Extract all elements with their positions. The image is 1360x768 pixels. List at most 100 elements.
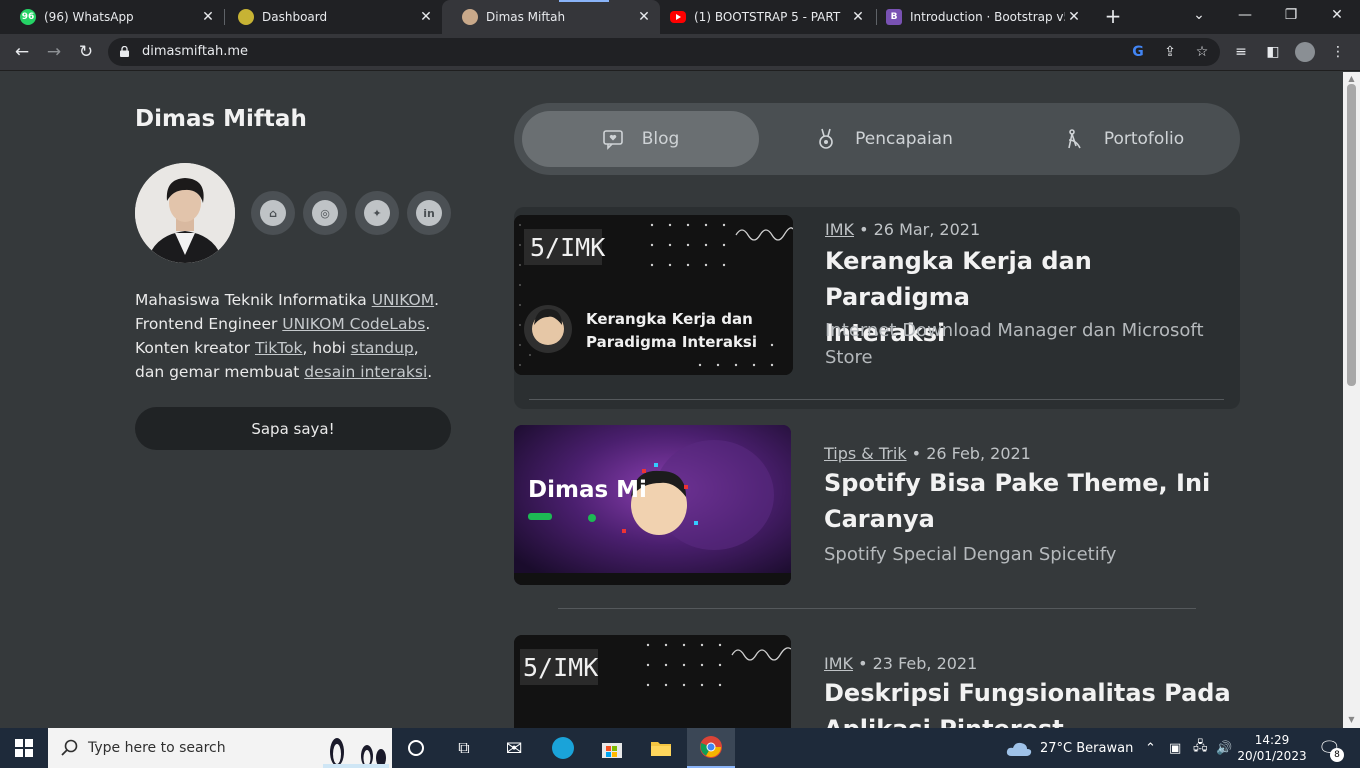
tab-dimas-miftah[interactable]: Dimas Miftah ✕	[442, 0, 660, 34]
post-category-link[interactable]: IMK	[825, 220, 854, 239]
windows-logo-icon	[15, 739, 33, 757]
post-title-line: Caranya	[824, 505, 935, 533]
tiktok-link[interactable]: TikTok	[255, 339, 303, 357]
bookmark-star-icon[interactable]: ☆	[1192, 42, 1212, 62]
tab-whatsapp[interactable]: 96 (96) WhatsApp ✕	[0, 0, 224, 34]
back-button[interactable]: ←	[10, 40, 34, 64]
post-title-line: Aplikasi Pinterest	[824, 715, 1064, 728]
post-category-link[interactable]: IMK	[824, 654, 853, 673]
tab-portofolio-label: Portofolio	[1103, 129, 1185, 149]
close-window-button[interactable]: ✕	[1314, 0, 1360, 30]
task-view-button[interactable]: ⧉	[440, 728, 488, 768]
bio-text: ,	[413, 339, 419, 357]
codelabs-link[interactable]: UNIKOM CodeLabs	[282, 315, 425, 333]
scroll-up-icon[interactable]: ▲	[1347, 75, 1356, 83]
post-title[interactable]: Spotify Bisa Pake Theme, Ini Caranya	[824, 465, 1234, 537]
share-icon[interactable]: ⇪	[1160, 42, 1180, 62]
close-tab-icon[interactable]: ✕	[850, 9, 866, 25]
volume-button[interactable]: 🔊	[1216, 728, 1232, 768]
tab-pencapaian[interactable]: Pencapaian	[774, 111, 994, 167]
tab-dashboard[interactable]: Dashboard ✕	[218, 0, 442, 34]
weather-widget[interactable]: 27°C Berawan	[1006, 728, 1133, 768]
google-lens-icon[interactable]: G	[1128, 42, 1148, 62]
post-title[interactable]: Deskripsi Fungsionalitas Pada Aplikasi Pi…	[824, 675, 1234, 728]
bio-text: Mahasiswa Teknik Informatika	[135, 291, 372, 309]
tab-blog[interactable]: Blog	[522, 111, 759, 167]
url-text: dimasmiftah.me	[142, 44, 248, 59]
youtube-icon	[670, 11, 686, 23]
reload-button[interactable]: ↻	[74, 40, 98, 64]
cloud-icon	[1006, 742, 1032, 756]
tray-icon-device[interactable]: ▣	[1169, 728, 1181, 768]
desain-interaksi-link[interactable]: desain interaksi	[304, 363, 427, 381]
reading-list-icon[interactable]: ≡	[1231, 42, 1251, 62]
mail-icon: ✉	[505, 736, 523, 760]
post-divider	[529, 399, 1224, 400]
contact-button[interactable]: Sapa saya!	[135, 407, 451, 450]
dashboard-favicon-icon	[238, 9, 254, 25]
post-title-line: Deskripsi Fungsionalitas Pada	[824, 679, 1231, 707]
windows-taskbar: Type here to search ⧉ ✉ 27°C Berawan ⌃ ▣…	[0, 728, 1360, 768]
taskbar-search-box[interactable]: Type here to search	[48, 728, 392, 768]
webpage: Dimas Miftah ⌂ ◎ ✦ in Mahasiswa Teknik I…	[0, 72, 1343, 728]
tab-title: (96) WhatsApp	[44, 10, 134, 24]
whatsapp-icon: 96	[20, 9, 36, 25]
post-divider	[558, 608, 1196, 609]
close-tab-icon[interactable]: ✕	[418, 9, 434, 25]
github-icon: ⌂	[260, 200, 286, 226]
thumbnail-badge: 5/IMK	[523, 653, 599, 682]
post-card[interactable]: 5/IMK Kerangka Kerja dan Paradigma Intera…	[514, 207, 1240, 409]
clock[interactable]: 14:29 20/01/2023	[1237, 728, 1306, 768]
chevron-up-icon: ⌃	[1145, 740, 1156, 756]
thumbnail-art	[514, 425, 791, 585]
twitter-link[interactable]: ✦	[355, 191, 399, 235]
post-meta: IMK • 23 Feb, 2021	[824, 654, 977, 673]
forward-button[interactable]: →	[42, 40, 66, 64]
post-category-link[interactable]: Tips & Trik	[824, 444, 907, 463]
tab-portofolio[interactable]: Portofolio	[1014, 111, 1234, 167]
bio-text: .	[427, 363, 433, 381]
unikom-link[interactable]: UNIKOM	[372, 291, 434, 309]
restore-button[interactable]: ❐	[1268, 0, 1314, 30]
edge-app[interactable]	[539, 728, 587, 768]
minimize-button[interactable]: —	[1222, 0, 1268, 30]
side-panel-icon[interactable]: ◧	[1263, 42, 1283, 62]
loading-indicator	[559, 0, 609, 2]
bio-text: Konten kreator	[135, 339, 255, 357]
new-tab-button[interactable]: +	[1102, 5, 1124, 27]
clock-time: 14:29	[1254, 733, 1290, 747]
close-tab-icon[interactable]: ✕	[200, 9, 216, 25]
network-button[interactable]: 🖧	[1193, 728, 1208, 768]
show-hidden-icons[interactable]: ⌃	[1145, 728, 1156, 768]
notification-center-button[interactable]: 🗨 8	[1318, 728, 1344, 768]
post-thumbnail: Dimas Mi	[514, 425, 791, 585]
store-app[interactable]	[588, 728, 636, 768]
instagram-icon: ◎	[312, 200, 338, 226]
menu-kebab-icon[interactable]: ⋮	[1328, 42, 1348, 62]
start-button[interactable]	[0, 728, 48, 768]
tab-youtube[interactable]: (1) BOOTSTRAP 5 - PART 4 (R ✕	[650, 0, 874, 34]
chrome-icon	[700, 736, 722, 758]
post-card[interactable]: 5/IMK IMK • 23 Feb, 2021 Deskripsi Fungs…	[514, 635, 1240, 728]
instagram-link[interactable]: ◎	[303, 191, 347, 235]
post-date: • 26 Feb, 2021	[906, 444, 1031, 463]
scrollbar-thumb[interactable]	[1347, 84, 1356, 386]
profile-avatar-icon[interactable]	[1295, 42, 1315, 62]
linkedin-icon: in	[416, 200, 442, 226]
tab-bootstrap[interactable]: B Introduction · Bootstrap v5.0 ✕	[866, 0, 1090, 34]
page-scrollbar[interactable]: ▲ ▼	[1343, 72, 1360, 728]
thumbnail-title: Dimas Mi	[528, 477, 647, 503]
cortana-button[interactable]	[392, 728, 440, 768]
github-link[interactable]: ⌂	[251, 191, 295, 235]
scroll-down-icon[interactable]: ▼	[1347, 716, 1356, 724]
tab-search-button[interactable]: ⌄	[1176, 0, 1222, 30]
address-bar[interactable]: dimasmiftah.me G ⇪ ☆	[108, 38, 1220, 66]
post-card[interactable]: Dimas Mi Tips & Trik • 26 Feb, 2021 Spot…	[514, 425, 1240, 595]
file-explorer-app[interactable]	[637, 728, 685, 768]
avatar-favicon-icon	[462, 9, 478, 25]
linkedin-link[interactable]: in	[407, 191, 451, 235]
mail-app[interactable]: ✉	[490, 728, 538, 768]
standup-link[interactable]: standup	[351, 339, 414, 357]
chrome-app[interactable]	[687, 728, 735, 768]
close-tab-icon[interactable]: ✕	[1066, 9, 1082, 25]
